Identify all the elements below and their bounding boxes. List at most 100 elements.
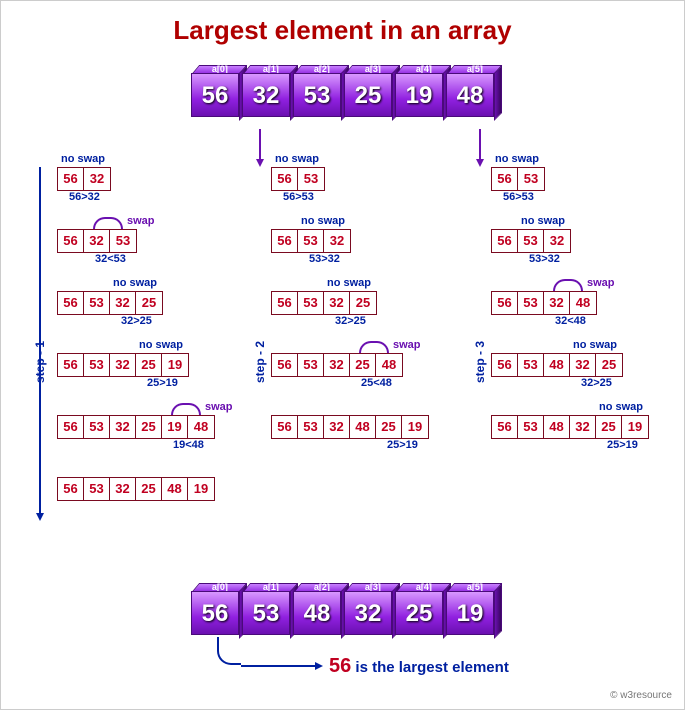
cell: 48 [162, 478, 188, 500]
array-cell: a[5]19 [446, 591, 494, 639]
step-2-arrow [259, 129, 261, 165]
comparison-label: 32<53 [95, 253, 126, 265]
comparison-label: 56>53 [503, 191, 534, 203]
cell: 19 [622, 416, 648, 438]
comparison-label: 32<48 [555, 315, 586, 327]
no-swap-label: no swap [327, 277, 371, 289]
cell: 53 [298, 168, 324, 190]
comparison-row: 5653322519 [57, 353, 189, 377]
cell: 32 [84, 168, 110, 190]
step-3-arrow [479, 129, 481, 165]
cell: 19 [188, 478, 214, 500]
largest-text: is the largest element [351, 659, 509, 676]
comparison-row: 56533225 [57, 291, 163, 315]
comparison-row: 565332251948 [57, 415, 215, 439]
cell: 19 [162, 416, 188, 438]
array-cell: a[2]48 [293, 591, 341, 639]
comparison-row: 56533225 [271, 291, 377, 315]
comparison-label: 53>32 [529, 253, 560, 265]
no-swap-label: no swap [113, 277, 157, 289]
cell: 32 [544, 292, 570, 314]
comparison-row: 565332254819 [57, 477, 215, 501]
comparison-row: 5653 [491, 167, 545, 191]
swap-label: swap [393, 339, 421, 351]
cell: 32 [110, 354, 136, 376]
cell: 32 [324, 416, 350, 438]
comparison-label: 56>32 [69, 191, 100, 203]
cell: 48 [544, 416, 570, 438]
cell: 56 [272, 230, 298, 252]
input-array: a[0]56a[1]32a[2]53a[3]25a[4]19a[5]48 [191, 73, 497, 121]
comparison-row: 563253 [57, 229, 137, 253]
cell: 48 [544, 354, 570, 376]
step-2-label: step - 2 [253, 341, 267, 383]
cell: 48 [350, 416, 376, 438]
cell: 56 [58, 478, 84, 500]
diagram-canvas: Largest element in an array a[0]56a[1]32… [0, 0, 685, 710]
cell: 32 [110, 292, 136, 314]
cell: 53 [84, 292, 110, 314]
cell: 53 [298, 354, 324, 376]
cell: 32 [324, 354, 350, 376]
final-arrow-curve [217, 637, 241, 665]
cell: 25 [350, 354, 376, 376]
swap-arc [93, 217, 123, 229]
output-array: a[0]56a[1]53a[2]48a[3]32a[4]25a[5]19 [191, 591, 497, 639]
array-cell: a[1]53 [242, 591, 290, 639]
step-3-label: step - 3 [473, 341, 487, 383]
comparison-label: 25>19 [147, 377, 178, 389]
cell: 56 [58, 354, 84, 376]
cell: 25 [350, 292, 376, 314]
cell: 56 [272, 354, 298, 376]
no-swap-label: no swap [139, 339, 183, 351]
swap-label: swap [127, 215, 155, 227]
cell: 56 [492, 292, 518, 314]
array-cell: a[4]25 [395, 591, 443, 639]
final-arrow [241, 665, 321, 667]
comparison-label: 56>53 [283, 191, 314, 203]
swap-label: swap [205, 401, 233, 413]
comparison-label: 25<48 [361, 377, 392, 389]
swap-label: swap [587, 277, 615, 289]
array-cell: a[2]53 [293, 73, 341, 121]
cell: 53 [518, 416, 544, 438]
swap-arc [553, 279, 583, 291]
comparison-row: 565348322519 [491, 415, 649, 439]
cell: 56 [58, 416, 84, 438]
cell: 56 [492, 168, 518, 190]
comparison-row: 5632 [57, 167, 111, 191]
cell: 53 [518, 292, 544, 314]
array-cell: a[4]19 [395, 73, 443, 121]
cell: 32 [110, 416, 136, 438]
page-title: Largest element in an array [1, 15, 684, 46]
cell: 56 [58, 292, 84, 314]
cell: 53 [298, 230, 324, 252]
array-cell: a[3]25 [344, 73, 392, 121]
step-1-label: step - 1 [33, 341, 47, 383]
cell: 53 [110, 230, 136, 252]
comparison-row: 565332 [491, 229, 571, 253]
cell: 56 [492, 354, 518, 376]
comparison-row: 56533248 [491, 291, 597, 315]
cell: 53 [84, 416, 110, 438]
cell: 32 [84, 230, 110, 252]
cell: 32 [324, 230, 350, 252]
cell: 56 [272, 168, 298, 190]
array-cell: a[0]56 [191, 73, 239, 121]
no-swap-label: no swap [573, 339, 617, 351]
cell: 48 [188, 416, 214, 438]
cell: 25 [136, 478, 162, 500]
comparison-row: 565332 [271, 229, 351, 253]
cell: 53 [84, 354, 110, 376]
cell: 56 [492, 416, 518, 438]
no-swap-label: no swap [275, 153, 319, 165]
comparison-label: 32>25 [581, 377, 612, 389]
cell: 53 [298, 416, 324, 438]
cell: 53 [84, 478, 110, 500]
cell: 56 [58, 168, 84, 190]
comparison-label: 19<48 [173, 439, 204, 451]
cell: 32 [544, 230, 570, 252]
cell: 32 [570, 416, 596, 438]
cell: 25 [136, 416, 162, 438]
array-cell: a[0]56 [191, 591, 239, 639]
